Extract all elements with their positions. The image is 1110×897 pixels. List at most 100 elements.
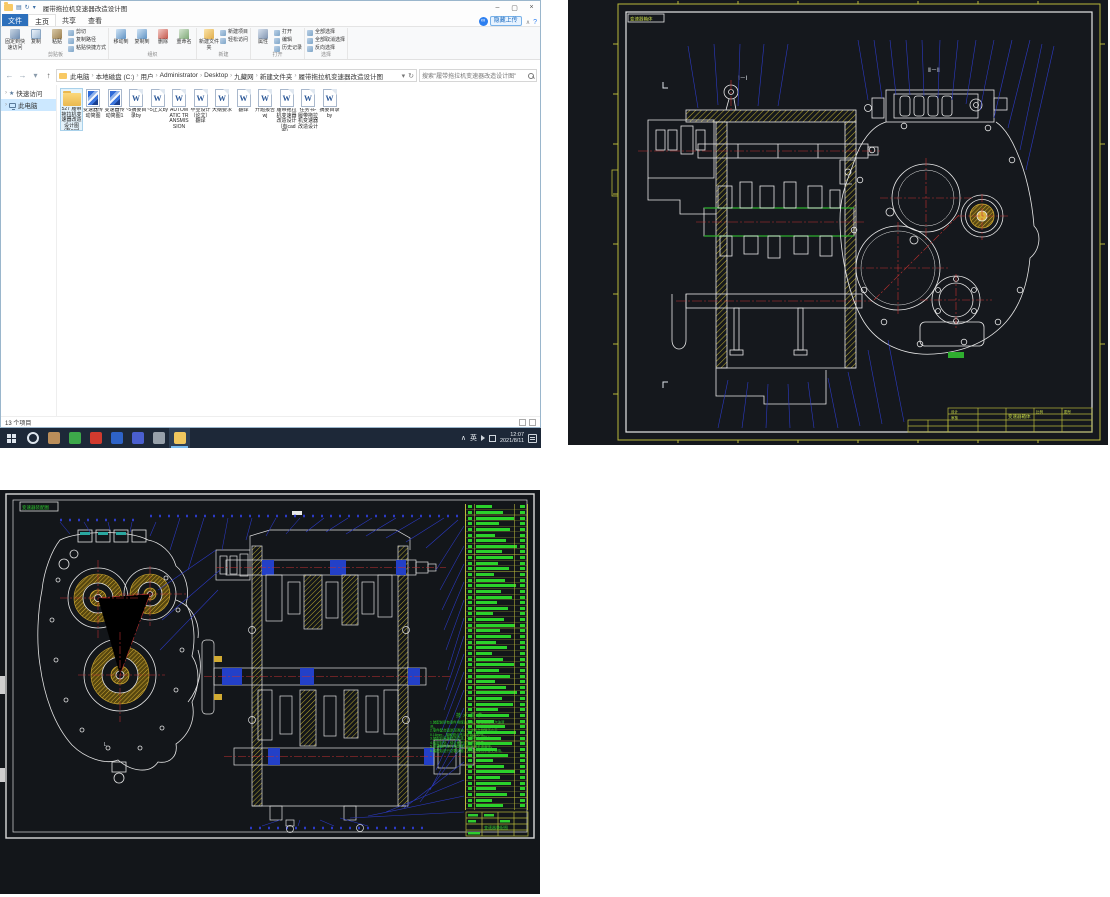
breadcrumb-item[interactable]: 履带拖拉机变速器改造设计图 — [298, 71, 385, 81]
file-name: AUTOMATIC TRANSMISSION — [169, 108, 190, 130]
file-name: 大纲要求 — [212, 108, 233, 114]
file-item[interactable]: W大纲要求 — [212, 89, 233, 114]
quick-access-toolbar-icon[interactable]: ▤ — [16, 4, 22, 11]
netdisk-icon[interactable]: ∞ — [479, 17, 488, 26]
chevron-right-icon[interactable]: › — [5, 102, 7, 108]
red-app-button[interactable] — [85, 428, 106, 448]
copy-to-button[interactable]: 复制到 — [132, 28, 152, 46]
file-item[interactable]: 变速器传动简图 — [83, 89, 104, 119]
paste-button[interactable]: 粘贴 — [47, 28, 67, 46]
breadcrumb-item[interactable]: 九藏网 — [233, 71, 255, 81]
history-button[interactable]: 历史记录 — [274, 45, 302, 52]
file-item[interactable]: 527 履带拖拉机变速器改造设计图(有cad图) — [61, 89, 82, 130]
new-item-button[interactable]: 新建项目 — [220, 29, 248, 36]
breadcrumb-item[interactable]: 新建文件夹 — [259, 71, 294, 81]
history-dropdown-icon[interactable]: ▾ — [30, 71, 41, 80]
easy-access-button[interactable]: 轻松访问 — [220, 37, 248, 44]
search-box[interactable]: 搜索"履带拖拉机变速器改造设计图" — [419, 69, 537, 82]
notification-icon[interactable] — [528, 434, 537, 443]
maximize-button[interactable]: ▢ — [506, 1, 523, 14]
undo-icon[interactable]: ↻ — [25, 4, 30, 11]
netdisk-badge: ∞ 隐藏上传 — [479, 16, 522, 26]
file-item[interactable]: W开题报告wj — [255, 89, 276, 119]
doc-icon: W — [258, 89, 272, 107]
file-item[interactable]: W~5正文by — [147, 89, 168, 114]
grey-app-button[interactable] — [148, 428, 169, 448]
breadcrumb-item[interactable]: 用户 — [139, 71, 154, 81]
file-item[interactable]: WAUTOMATIC TRANSMISSION — [169, 89, 190, 130]
ribbon-group-select: 全部选择 全部取消选择 反向选择 选择 — [305, 28, 348, 59]
tab-view[interactable]: 查看 — [82, 14, 108, 26]
tray-clock[interactable]: 12:07 2021/8/11 — [500, 432, 524, 444]
group-label-open: 打开 — [253, 52, 302, 59]
help-icon[interactable]: ? — [533, 19, 537, 26]
new-folder-button[interactable]: 新建文件夹 — [199, 28, 219, 51]
hide-upload-button[interactable]: 隐藏上传 — [490, 16, 522, 26]
file-item[interactable]: W摘要目录by — [319, 89, 340, 119]
address-dropdown-icon[interactable]: ▾ — [402, 72, 406, 80]
file-name: 毕业设计（论文）翻译 — [190, 108, 211, 125]
chevron-right-icon[interactable]: › — [5, 90, 7, 96]
tan-app-button[interactable] — [43, 428, 64, 448]
minimize-button[interactable]: – — [489, 1, 506, 14]
breadcrumb-item[interactable]: Desktop — [203, 72, 229, 79]
copy-button[interactable]: 复制 — [26, 28, 46, 46]
select-none-button[interactable]: 全部取消选择 — [307, 37, 345, 44]
delete-button[interactable]: 删除 — [153, 28, 173, 46]
close-button[interactable]: × — [523, 1, 540, 14]
volume-icon[interactable] — [481, 435, 485, 441]
up-icon[interactable]: ↑ — [43, 71, 54, 80]
file-item[interactable]: 变速器传动简图1 — [104, 89, 125, 119]
file-explorer-app-button[interactable] — [169, 428, 190, 448]
green-app-button[interactable] — [64, 428, 85, 448]
chevron-down-icon[interactable]: ▾ — [33, 4, 36, 11]
invert-selection-button[interactable]: 反向选择 — [307, 45, 345, 52]
pin-button[interactable]: 固定到快速访问 — [5, 28, 25, 51]
file-name: 任务书-履带拖拉机变速器改造设计 — [298, 108, 319, 130]
rename-label: 重命名 — [177, 40, 192, 46]
blue-app-button[interactable] — [106, 428, 127, 448]
tab-home[interactable]: 主页 — [28, 14, 56, 26]
tray-date: 2021/8/11 — [500, 438, 524, 444]
breadcrumb-item[interactable]: 此电脑 — [69, 71, 91, 81]
move-to-label: 移动到 — [114, 40, 129, 46]
tray-chevron-icon[interactable]: ∧ — [461, 434, 466, 442]
file-name: 变速器传动简图 — [83, 108, 104, 119]
forward-icon[interactable]: → — [17, 71, 28, 80]
breadcrumb-item[interactable]: Administrator — [159, 72, 199, 79]
file-item[interactable]: W毕业设计（论文）翻译 — [190, 89, 211, 125]
tab-share[interactable]: 共享 — [56, 14, 82, 26]
back-icon[interactable]: ← — [4, 71, 15, 80]
list-view-icon[interactable] — [519, 419, 526, 426]
sidebar-item-quick-access[interactable]: › ★ 快速访问 — [1, 87, 56, 99]
open-button[interactable]: 打开 — [274, 29, 302, 36]
breadcrumb-item[interactable]: 本地磁盘 (C:) — [95, 71, 136, 81]
select-all-button[interactable]: 全部选择 — [307, 29, 345, 36]
bom-table — [465, 504, 528, 810]
doc-icon: W — [194, 89, 208, 107]
search-icon[interactable] — [528, 73, 534, 79]
ribbon-collapse-icon[interactable]: ∧ — [526, 19, 530, 26]
edit-button[interactable]: 编辑 — [274, 37, 302, 44]
file-item[interactable]: W翻译 — [233, 89, 254, 114]
properties-button[interactable]: 属性 — [253, 28, 273, 46]
cut-button[interactable]: 剪切 — [68, 29, 106, 36]
browser-app-button[interactable] — [22, 428, 43, 448]
paste-shortcut-button[interactable]: 粘贴快捷方式 — [68, 45, 106, 52]
rename-button[interactable]: 重命名 — [174, 28, 194, 46]
network-icon[interactable] — [489, 435, 496, 442]
refresh-icon[interactable]: ↻ — [408, 72, 414, 80]
indigo-app-button[interactable] — [127, 428, 148, 448]
file-item[interactable]: W~5摘要目录by — [126, 89, 147, 119]
file-item[interactable]: W任务书-履带拖拉机变速器改造设计 — [298, 89, 319, 130]
start-button[interactable] — [0, 428, 22, 448]
tab-file[interactable]: 文件 — [2, 14, 28, 26]
move-to-button[interactable]: 移动到 — [111, 28, 131, 46]
file-item[interactable]: W履带拖拉机变速器改造设计（有cad图） — [276, 89, 297, 131]
breadcrumb-box[interactable]: 此电脑›本地磁盘 (C:)›用户›Administrator›Desktop›九… — [56, 69, 417, 82]
thumbnail-view-icon[interactable] — [529, 419, 536, 426]
ime-indicator[interactable]: 英 — [470, 433, 477, 443]
copy-to-icon — [137, 29, 147, 39]
sidebar-item-this-pc[interactable]: › 此电脑 — [1, 99, 56, 111]
copy-path-button[interactable]: 复制路径 — [68, 37, 106, 44]
